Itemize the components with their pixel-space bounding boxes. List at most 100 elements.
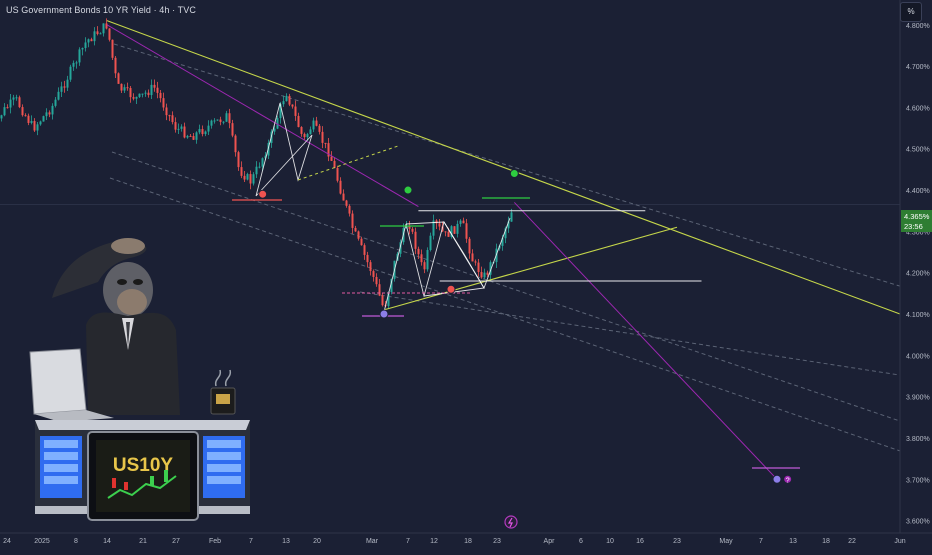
candle-body <box>345 200 348 206</box>
signal-marker[interactable] <box>403 185 413 195</box>
candle-body <box>174 122 177 130</box>
x-tick-label: 7 <box>759 538 763 545</box>
candle-body <box>360 238 363 246</box>
y-tick-label: 4.200% <box>906 271 930 278</box>
mascot-suit <box>86 312 180 415</box>
candle-body <box>414 231 417 249</box>
y-tick-label: 3.600% <box>906 519 930 526</box>
candle-body <box>369 262 372 272</box>
candle-body <box>57 91 60 100</box>
x-tick-label: 12 <box>430 538 438 545</box>
candle-body <box>315 120 318 126</box>
candle-body <box>426 250 429 270</box>
signal-marker[interactable] <box>258 189 268 199</box>
candle-body <box>213 120 216 122</box>
candle-body <box>171 115 174 123</box>
chart-area[interactable]: ? 4.800% 4.700% 4.600% 4.500% 4.400% 4.300% 4.… <box>0 0 932 550</box>
candle-body <box>150 84 153 96</box>
y-tick-label: 4.800% <box>906 23 930 30</box>
candle-body <box>99 33 102 35</box>
y-tick-label: 3.900% <box>906 395 930 402</box>
candle-body <box>36 124 39 131</box>
signal-marker[interactable] <box>446 284 456 294</box>
candle-body <box>78 49 81 63</box>
candle-body <box>30 120 33 123</box>
candle-body <box>363 245 366 255</box>
chart-svg[interactable]: ? 4.800%4.700%4.600%4.500%4.400%4.300%4.… <box>0 0 932 550</box>
x-tick-label: Apr <box>544 538 556 545</box>
candle-body <box>207 125 210 132</box>
signal-marker[interactable] <box>509 169 519 179</box>
candle-body <box>105 23 108 29</box>
candle-body <box>306 134 309 138</box>
candle-body <box>486 272 489 275</box>
x-tick-label: 16 <box>636 538 644 545</box>
x-tick-label: 13 <box>789 538 797 545</box>
x-tick-label: 23 <box>493 538 501 545</box>
candle-body <box>39 121 42 125</box>
candle-body <box>510 212 513 222</box>
candle-body <box>42 116 45 122</box>
candle-body <box>180 126 183 129</box>
x-tick-label: 23 <box>673 538 681 545</box>
candle-body <box>66 79 69 88</box>
candle-body <box>438 223 441 227</box>
candle-body <box>186 135 189 138</box>
candle-body <box>114 57 117 74</box>
candle-body <box>153 84 156 88</box>
candle-body <box>27 115 30 123</box>
candle-body <box>141 93 144 95</box>
signal-marker[interactable] <box>772 474 782 484</box>
y-tick-label: 4.700% <box>906 64 930 71</box>
candle-body <box>120 83 123 91</box>
candle-body <box>252 174 255 184</box>
candle-body <box>240 167 243 176</box>
candle-body <box>354 227 357 232</box>
signal-marker-label: ? <box>786 477 790 484</box>
candle-body <box>123 87 126 91</box>
x-tick-label: 18 <box>464 538 472 545</box>
candle-body <box>108 28 111 40</box>
candle-body <box>126 87 129 89</box>
candle-body <box>453 226 456 234</box>
candle-body <box>0 115 3 119</box>
y-tick-label: 3.700% <box>906 477 930 484</box>
candle-body <box>465 223 468 239</box>
candle-body <box>12 97 15 100</box>
candle-body <box>318 125 321 132</box>
y-axis-panel[interactable] <box>900 0 932 533</box>
candle-body <box>303 133 306 138</box>
candle-body <box>24 115 27 117</box>
candle-body <box>273 128 276 132</box>
candle-body <box>258 166 261 168</box>
percent-scale-button[interactable]: % <box>900 2 922 22</box>
candle-body <box>90 39 93 42</box>
candle-body <box>162 98 165 108</box>
candle-body <box>243 175 246 180</box>
candle-body <box>45 112 48 117</box>
x-tick-label: 10 <box>606 538 614 545</box>
candle-body <box>375 276 378 285</box>
candle-body <box>132 97 135 99</box>
x-tick-label: 20 <box>313 538 321 545</box>
candle-body <box>33 120 36 131</box>
candle-body <box>471 253 474 262</box>
event-flag-icon[interactable] <box>504 515 518 529</box>
signal-marker[interactable] <box>379 309 389 319</box>
candle-body <box>456 223 459 234</box>
candle-body <box>228 113 231 124</box>
x-tick-label: Mar <box>366 538 379 545</box>
candle-body <box>468 238 471 254</box>
candle-body <box>6 107 9 109</box>
candle-body <box>285 95 288 102</box>
candle-body <box>63 86 66 88</box>
y-tick-label: 4.400% <box>906 188 930 195</box>
candle-body <box>117 73 120 84</box>
candle-body <box>357 231 360 239</box>
current-price-tag: 4.365% 23:56 <box>901 210 932 232</box>
candle-body <box>84 42 87 49</box>
x-tick-label: 22 <box>848 538 856 545</box>
x-tick-label: 14 <box>103 538 111 545</box>
candle-body <box>447 231 450 237</box>
y-tick-label: 4.600% <box>906 105 930 112</box>
